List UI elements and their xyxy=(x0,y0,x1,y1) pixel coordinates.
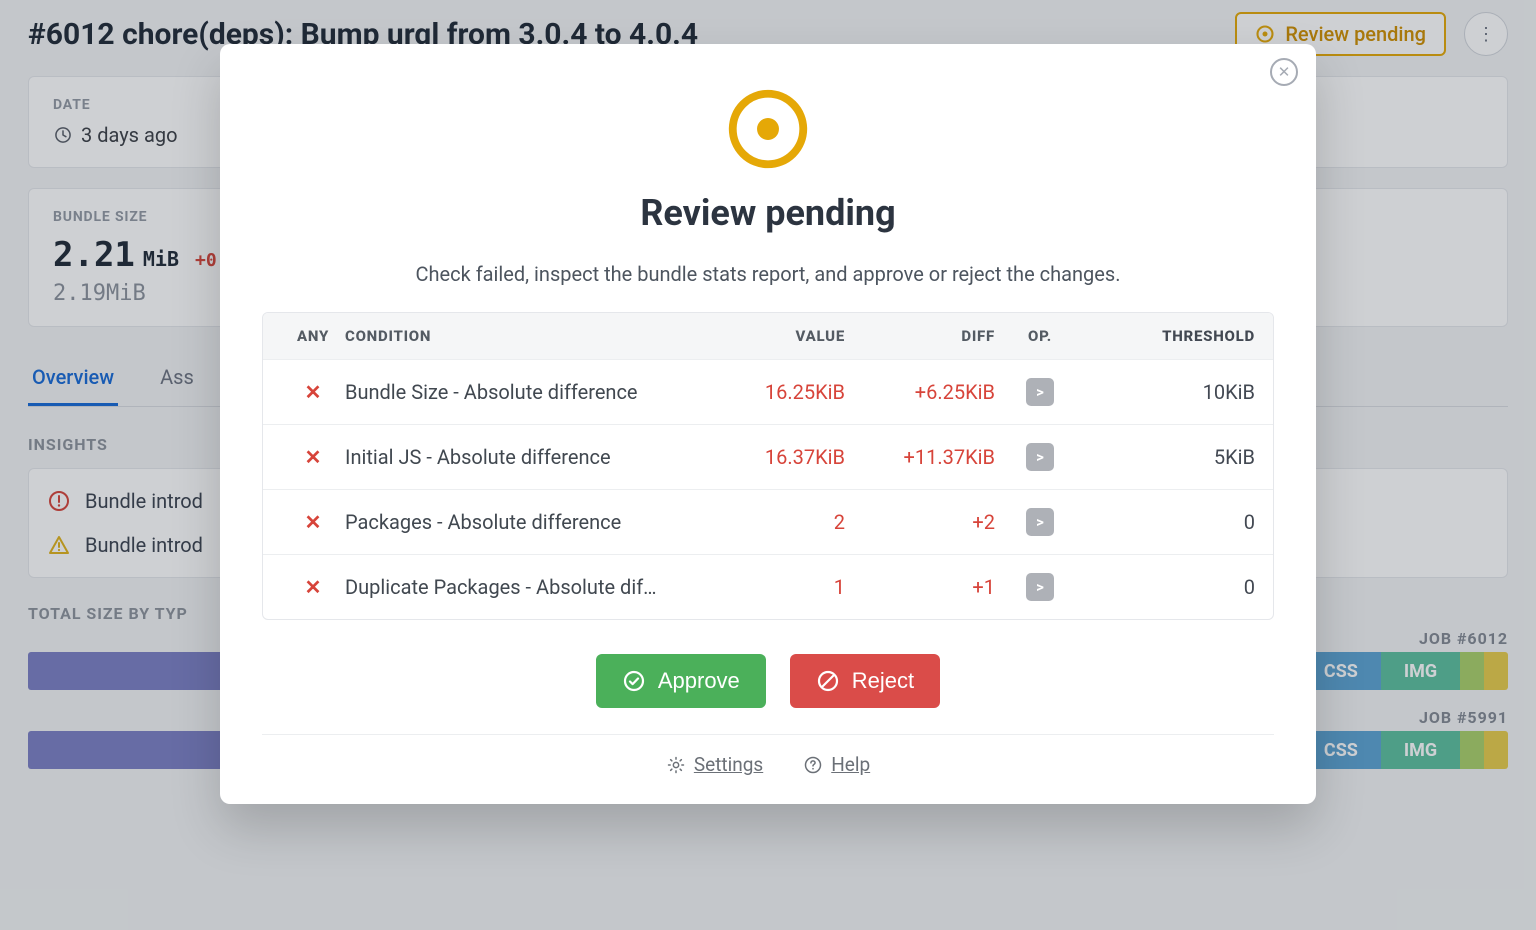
col-any: ANY xyxy=(281,327,345,345)
op-chip: > xyxy=(1026,443,1054,471)
help-link[interactable]: Help xyxy=(803,753,870,776)
condition-text: Packages - Absolute difference xyxy=(345,510,695,534)
col-diff: DIFF xyxy=(845,327,995,345)
fail-x-icon: ✕ xyxy=(305,510,322,534)
reject-button[interactable]: Reject xyxy=(790,654,940,708)
table-row[interactable]: ✕ Duplicate Packages - Absolute dif…1+1 >0 xyxy=(263,554,1273,619)
fail-x-icon: ✕ xyxy=(305,380,322,404)
condition-text: Initial JS - Absolute difference xyxy=(345,445,695,469)
help-icon xyxy=(803,755,823,775)
gear-icon xyxy=(666,755,686,775)
col-value: VALUE xyxy=(695,327,845,345)
approve-button[interactable]: Approve xyxy=(596,654,766,708)
ban-icon xyxy=(816,669,840,693)
threshold-text: 0 xyxy=(1085,575,1255,599)
diff-text: +6.25KiB xyxy=(845,380,995,404)
op-chip: > xyxy=(1026,508,1054,536)
conditions-table: ANY CONDITION VALUE DIFF OP. THRESHOLD ✕… xyxy=(262,312,1274,620)
condition-text: Duplicate Packages - Absolute dif… xyxy=(345,575,695,599)
op-chip: > xyxy=(1026,573,1054,601)
fail-x-icon: ✕ xyxy=(305,445,322,469)
modal-description: Check failed, inspect the bundle stats r… xyxy=(262,262,1274,286)
settings-text: Settings xyxy=(694,753,763,776)
table-row[interactable]: ✕ Initial JS - Absolute difference16.37Ki… xyxy=(263,424,1273,489)
help-text: Help xyxy=(831,753,870,776)
pending-icon xyxy=(721,82,815,176)
col-op: OP. xyxy=(995,327,1085,345)
reject-text: Reject xyxy=(852,668,914,694)
settings-link[interactable]: Settings xyxy=(666,753,763,776)
value-text: 1 xyxy=(695,575,845,599)
check-circle-icon xyxy=(622,669,646,693)
table-row[interactable]: ✕ Bundle Size - Absolute difference16.25K… xyxy=(263,359,1273,424)
modal-title: Review pending xyxy=(262,192,1274,234)
close-button[interactable]: ✕ xyxy=(1270,58,1298,86)
diff-text: +1 xyxy=(845,575,995,599)
threshold-text: 5KiB xyxy=(1085,445,1255,469)
op-chip: > xyxy=(1026,378,1054,406)
col-threshold: THRESHOLD xyxy=(1085,327,1255,345)
condition-text: Bundle Size - Absolute difference xyxy=(345,380,695,404)
diff-text: +11.37KiB xyxy=(845,445,995,469)
col-condition: CONDITION xyxy=(345,327,695,345)
threshold-text: 0 xyxy=(1085,510,1255,534)
value-text: 16.37KiB xyxy=(695,445,845,469)
diff-text: +2 xyxy=(845,510,995,534)
table-row[interactable]: ✕ Packages - Absolute difference2+2 >0 xyxy=(263,489,1273,554)
approve-text: Approve xyxy=(658,668,740,694)
value-text: 16.25KiB xyxy=(695,380,845,404)
close-icon: ✕ xyxy=(1278,63,1291,81)
threshold-text: 10KiB xyxy=(1085,380,1255,404)
review-modal: ✕ Review pending Check failed, inspect t… xyxy=(220,44,1316,804)
fail-x-icon: ✕ xyxy=(305,575,322,599)
value-text: 2 xyxy=(695,510,845,534)
